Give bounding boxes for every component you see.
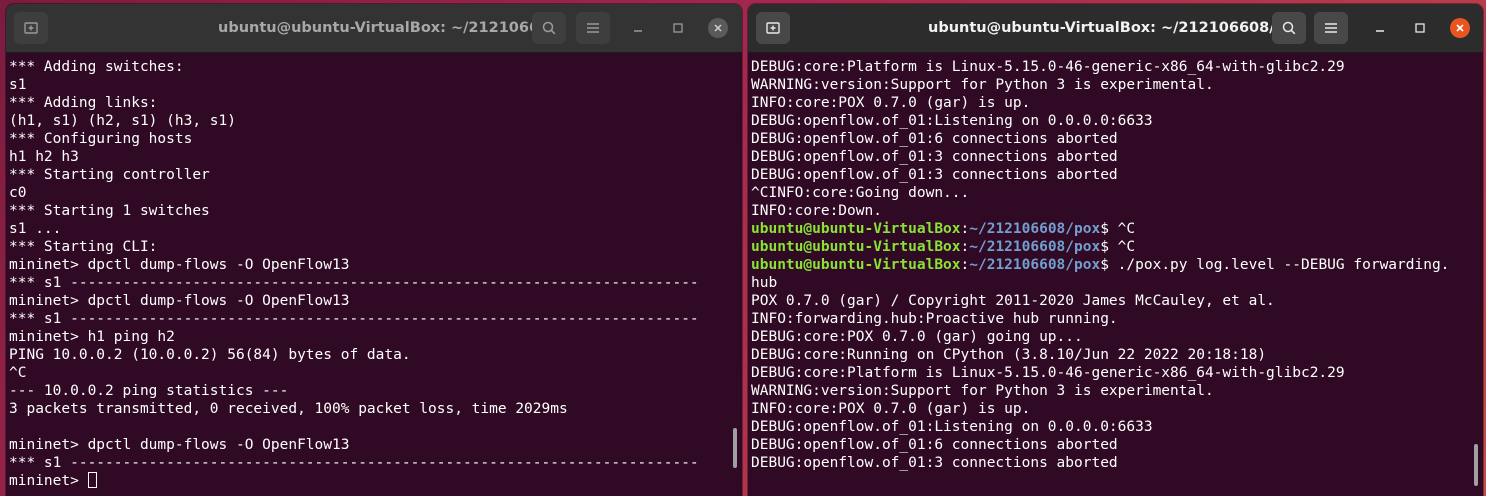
terminal-line: s1 ... — [9, 221, 62, 237]
minimize-icon — [634, 30, 642, 32]
terminal-line: *** Starting 1 switches — [9, 203, 210, 219]
terminal-line: DEBUG:openflow.of_01:6 connections abort… — [751, 437, 1118, 453]
search-icon — [1282, 21, 1296, 35]
terminal-cursor — [87, 472, 97, 488]
search-button[interactable] — [532, 12, 566, 44]
terminal-output[interactable]: DEBUG:core:Platform is Linux-5.15.0-46-g… — [751, 58, 1449, 472]
prompt-line: ubuntu@ubuntu-VirtualBox:~/212106608/pox… — [751, 238, 1449, 256]
terminal-window-right[interactable]: ubuntu@ubuntu-VirtualBox: ~/212106608/po… — [748, 4, 1483, 496]
terminal-line: *** Adding links: — [9, 95, 158, 111]
terminal-line: DEBUG:core:Running on CPython (3.8.10/Ju… — [751, 347, 1267, 363]
close-button[interactable] — [708, 18, 728, 38]
terminal-line: *** s1 ---------------------------------… — [9, 275, 699, 291]
terminal-line: mininet> dpctl dump-flows -O OpenFlow13 — [9, 257, 350, 273]
terminal-window-left[interactable]: ubuntu@ubuntu-VirtualBox: ~/212106608 **… — [6, 4, 742, 496]
terminal-line: *** Starting CLI: — [9, 239, 158, 255]
minimize-button[interactable] — [1370, 18, 1390, 38]
terminal-line: INFO:core:POX 0.7.0 (gar) is up. — [751, 95, 1031, 111]
maximize-icon — [1415, 23, 1425, 33]
prompt-line: mininet> — [9, 472, 699, 490]
terminal-line: INFO:forwarding.hub:Proactive hub runnin… — [751, 311, 1118, 327]
prompt-path: ~/212106608/pox — [969, 221, 1101, 237]
terminal-line: DEBUG:openflow.of_01:Listening on 0.0.0.… — [751, 419, 1153, 435]
window-title: ubuntu@ubuntu-VirtualBox: ~/212106608 — [218, 20, 560, 36]
terminal-line: WARNING:version:Support for Python 3 is … — [751, 77, 1214, 93]
terminal-line: mininet> dpctl dump-flows -O OpenFlow13 — [9, 437, 350, 453]
menu-button[interactable] — [1314, 12, 1348, 44]
terminal-line: PING 10.0.0.2 (10.0.0.2) 56(84) bytes of… — [9, 347, 411, 363]
terminal-line: DEBUG:openflow.of_01:Listening on 0.0.0.… — [751, 113, 1153, 129]
terminal-line: --- 10.0.0.2 ping statistics --- — [9, 383, 289, 399]
title-bar[interactable]: ubuntu@ubuntu-VirtualBox: ~/212106608/po… — [748, 4, 1483, 53]
terminal-line: DEBUG:openflow.of_01:6 connections abort… — [751, 131, 1118, 147]
close-icon — [1456, 24, 1464, 32]
command-text: ^C — [1117, 221, 1136, 237]
hamburger-icon — [1325, 23, 1337, 33]
terminal-line: INFO:core:Down. — [751, 203, 882, 219]
terminal-line: s1 — [9, 77, 27, 93]
terminal-output[interactable]: *** Adding switches: s1 *** Adding links: (… — [9, 58, 699, 490]
minimize-icon — [1376, 30, 1384, 32]
terminal-line: ^C — [9, 365, 27, 381]
terminal-line: *** s1 ---------------------------------… — [9, 455, 699, 471]
terminal-line: c0 — [9, 185, 27, 201]
prompt-path: ~/212106608/pox — [969, 239, 1101, 255]
prompt-dollar: $ — [1100, 257, 1118, 273]
terminal-line: hub — [751, 275, 778, 291]
search-button[interactable] — [1272, 12, 1306, 44]
new-tab-icon — [766, 22, 780, 34]
prompt-line: ubuntu@ubuntu-VirtualBox:~/212106608/pox… — [751, 256, 1449, 274]
terminal-line: DEBUG:openflow.of_01:3 connections abort… — [751, 167, 1118, 183]
terminal-line: 3 packets transmitted, 0 received, 100% … — [9, 401, 568, 417]
prompt-line: ubuntu@ubuntu-VirtualBox:~/212106608/pox… — [751, 220, 1449, 238]
terminal-line: mininet> h1 ping h2 — [9, 329, 175, 345]
terminal-line: DEBUG:core:Platform is Linux-5.15.0-46-g… — [751, 59, 1345, 75]
terminal-line: POX 0.7.0 (gar) / Copyright 2011-2020 Ja… — [751, 293, 1275, 309]
prompt-dollar: $ — [1100, 221, 1118, 237]
prompt-user: ubuntu@ubuntu-VirtualBox — [751, 221, 961, 237]
terminal-line: h1 h2 h3 — [9, 149, 79, 165]
terminal-line: ^CINFO:core:Going down... — [751, 185, 970, 201]
scrollbar[interactable] — [1474, 444, 1478, 486]
command-text: ^C — [1117, 239, 1136, 255]
prompt-path: ~/212106608/pox — [969, 257, 1101, 273]
prompt-user: ubuntu@ubuntu-VirtualBox — [751, 257, 961, 273]
prompt-text: mininet> — [9, 473, 88, 489]
prompt-separator: : — [960, 221, 970, 237]
close-button[interactable] — [1450, 18, 1470, 38]
terminal-line: mininet> dpctl dump-flows -O OpenFlow13 — [9, 293, 350, 309]
terminal-line: WARNING:version:Support for Python 3 is … — [751, 383, 1214, 399]
new-tab-button[interactable] — [756, 12, 790, 44]
terminal-line: *** Adding switches: — [9, 59, 184, 75]
prompt-separator: : — [960, 239, 970, 255]
prompt-dollar: $ — [1100, 239, 1118, 255]
terminal-line: DEBUG:core:Platform is Linux-5.15.0-46-g… — [751, 365, 1345, 381]
new-tab-button[interactable] — [14, 12, 48, 44]
new-tab-icon — [24, 22, 38, 34]
maximize-icon — [673, 23, 683, 33]
terminal-line: (h1, s1) (h2, s1) (h3, s1) — [9, 113, 236, 129]
hamburger-icon — [587, 23, 599, 33]
title-bar[interactable]: ubuntu@ubuntu-VirtualBox: ~/212106608 — [6, 4, 742, 53]
maximize-button[interactable] — [1410, 18, 1430, 38]
terminal-line: DEBUG:core:POX 0.7.0 (gar) going up... — [751, 329, 1083, 345]
minimize-button[interactable] — [628, 18, 648, 38]
maximize-button[interactable] — [668, 18, 688, 38]
terminal-line: *** Configuring hosts — [9, 131, 193, 147]
terminal-line: DEBUG:openflow.of_01:3 connections abort… — [751, 149, 1118, 165]
terminal-line: *** Starting controller — [9, 167, 210, 183]
window-title: ubuntu@ubuntu-VirtualBox: ~/212106608/po… — [928, 20, 1305, 36]
terminal-line: DEBUG:openflow.of_01:3 connections abort… — [751, 455, 1118, 471]
prompt-user: ubuntu@ubuntu-VirtualBox — [751, 239, 961, 255]
search-icon — [542, 21, 556, 35]
terminal-line: INFO:core:POX 0.7.0 (gar) is up. — [751, 401, 1031, 417]
close-icon — [714, 24, 722, 32]
command-text: ./pox.py log.level --DEBUG forwarding. — [1117, 257, 1450, 273]
menu-button[interactable] — [576, 12, 610, 44]
prompt-separator: : — [960, 257, 970, 273]
scrollbar[interactable] — [733, 428, 737, 468]
terminal-line: *** s1 ---------------------------------… — [9, 311, 699, 327]
